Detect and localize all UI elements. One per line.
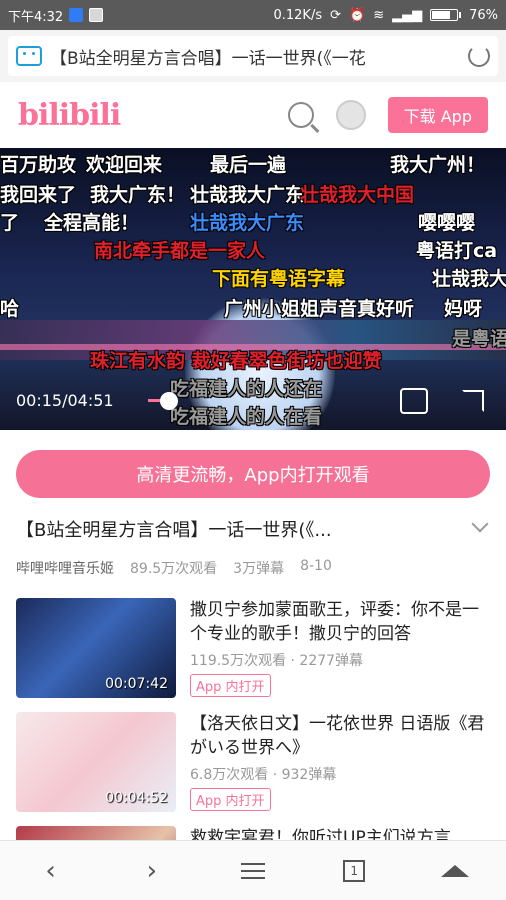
- menu-button[interactable]: [233, 851, 273, 891]
- danmaku-comment: 珠江有水韵 裁好春翠色街坊也迎赞: [90, 350, 382, 372]
- danmaku-comment: 我回来了: [0, 184, 77, 206]
- tabs-button[interactable]: 1: [334, 851, 374, 891]
- chevron-down-icon[interactable]: [471, 515, 489, 533]
- reload-icon[interactable]: [468, 45, 490, 67]
- open-in-app-tag[interactable]: App 内打开: [190, 788, 271, 811]
- search-icon[interactable]: [287, 102, 314, 128]
- browser-nav-bar: ‹ › 1: [0, 840, 506, 900]
- url-bar: 【B站全明星方言合唱】一话一世界(《一花: [0, 30, 506, 82]
- net-speed: 0.12K/s: [273, 7, 323, 23]
- sync-icon: ⟳: [330, 7, 341, 23]
- danmaku-comment: 吃福建人的人还在: [170, 378, 323, 400]
- list-item-title[interactable]: 撒贝宁参加蒙面歌王，评委：你不是一个专业的歌手！撒贝宁的回答: [190, 598, 490, 646]
- danmaku-comment: 壮哉我大中国: [300, 184, 415, 206]
- menu-icon: [240, 862, 265, 879]
- danmaku-comment: 我大广州！: [390, 154, 486, 176]
- danmaku-comment: 是粤语: [452, 328, 506, 350]
- forward-icon[interactable]: ›: [132, 851, 172, 891]
- status-bar: 下午4:32 0.12K/s ⟳ ⏰ ≋ ▂▄▆ 76%: [0, 0, 506, 30]
- list-item[interactable]: 00:04:52 【洛天依日文】一花依世界 日语版《君がいる世界へ》 6.8万次…: [16, 712, 490, 812]
- page-title: 【B站全明星方言合唱】一话一世界(《一花: [50, 48, 366, 69]
- download-app-button[interactable]: 下载 App: [387, 97, 488, 133]
- danmaku-comment: 壮哉我大广东: [190, 212, 305, 234]
- signal-icon: ▂▄▆: [392, 7, 423, 23]
- bilibili-logo[interactable]: bilibili: [18, 98, 121, 133]
- video-duration: 00:07:42: [105, 676, 168, 692]
- list-item-stats: 6.8万次观看 · 932弹幕: [190, 767, 337, 783]
- fullscreen-icon[interactable]: [462, 390, 484, 412]
- avatar[interactable]: [335, 100, 366, 130]
- playback-time: 00:15/04:51: [16, 391, 114, 410]
- video-thumbnail[interactable]: 00:07:42: [16, 598, 176, 698]
- danmaku-comment: 我大广东！: [90, 184, 186, 206]
- danmaku-comment: 粤语打ca: [416, 240, 498, 262]
- address-field[interactable]: 【B站全明星方言合唱】一话一世界(《一花: [8, 36, 498, 76]
- wifi-icon: ≋: [373, 7, 385, 23]
- upload-date: 8-10: [300, 558, 332, 574]
- tabs-icon: 1: [343, 859, 366, 882]
- danmaku-comment: 全程高能！: [44, 212, 140, 234]
- bluetooth-notification-icon: [69, 8, 84, 22]
- battery-percent: 76%: [469, 7, 498, 23]
- back-icon[interactable]: ‹: [31, 851, 71, 891]
- progress-knob[interactable]: [160, 392, 178, 410]
- danmaku-comment: 下面有粤语字幕: [212, 268, 346, 290]
- battery-icon: [430, 9, 462, 21]
- video-duration: 00:04:52: [105, 790, 168, 806]
- danmaku-comment: 了: [0, 212, 20, 234]
- danmaku-toggle-icon[interactable]: [400, 388, 428, 414]
- danmaku-comment: 南北牵手都是一家人: [94, 240, 266, 262]
- bilibili-tv-icon: [16, 46, 42, 66]
- video-meta: 哔哩哔哩音乐姬 89.5万次观看 3万弹幕 8-10: [16, 558, 332, 578]
- danmaku-comment: 嘤嘤嘤: [418, 212, 476, 234]
- danmaku-comment: 壮哉我大广东: [190, 184, 305, 206]
- list-item-stats: 119.5万次观看 · 2277弹幕: [190, 653, 364, 669]
- status-time: 下午4:32: [8, 9, 64, 25]
- site-header: bilibili 下载 App: [0, 82, 506, 148]
- danmaku-comment: 广州小姐姐声音真好听: [224, 298, 415, 320]
- danmaku-count: 3万弹幕: [233, 561, 285, 577]
- danmaku-comment: 吃福建人的人在看: [170, 406, 323, 428]
- uploader-name[interactable]: 哔哩哔哩音乐姬: [16, 558, 114, 578]
- danmaku-comment: 哈: [0, 298, 20, 320]
- danmaku-comment: 百万助攻: [0, 154, 77, 176]
- video-thumbnail[interactable]: 00:04:52: [16, 712, 176, 812]
- list-item-title[interactable]: 【洛天依日文】一花依世界 日语版《君がいる世界へ》: [190, 712, 490, 760]
- home-button[interactable]: [435, 851, 475, 891]
- open-in-app-tag[interactable]: App 内打开: [190, 674, 271, 697]
- open-in-app-button[interactable]: 高清更流畅，App内打开观看: [16, 450, 490, 498]
- danmaku-comment: 最后一遍: [210, 154, 287, 176]
- list-item[interactable]: 00:07:42 撒贝宁参加蒙面歌王，评委：你不是一个专业的歌手！撒贝宁的回答 …: [16, 598, 490, 698]
- view-count: 89.5万次观看: [130, 561, 218, 577]
- image-notification-icon: [89, 8, 104, 22]
- video-player[interactable]: 百万助攻 欢迎回来 最后一遍 我大广州！ 我回来了 我大广东！ 壮哉我大广东 壮哉我大中国了全…: [0, 148, 506, 430]
- danmaku-comment: 壮哉我大: [432, 268, 506, 290]
- alarm-icon: ⏰: [349, 7, 366, 23]
- danmaku-comment: 欢迎回来: [86, 154, 163, 176]
- home-icon: [441, 864, 470, 877]
- video-title: 【B站全明星方言合唱】一话一世界(《...: [16, 520, 332, 541]
- danmaku-comment: 妈呀: [444, 298, 483, 320]
